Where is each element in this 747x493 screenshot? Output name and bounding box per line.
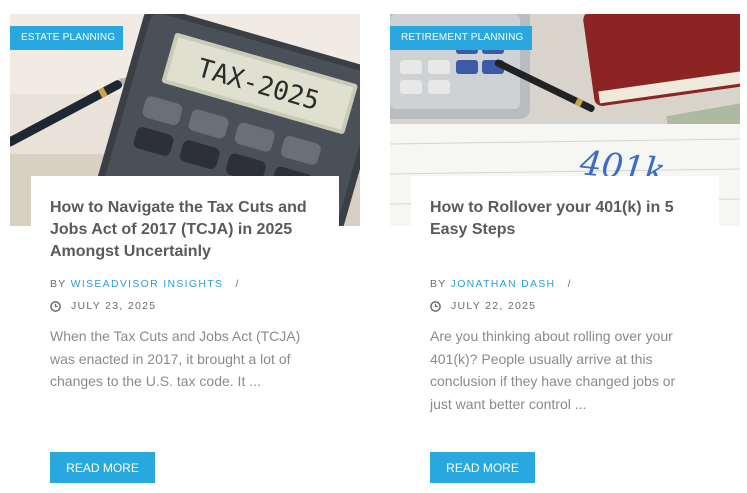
post-date: JULY 22, 2025 — [430, 300, 536, 312]
read-more-button[interactable]: READ MORE — [50, 452, 155, 483]
author-link[interactable]: JONATHAN DASH — [451, 278, 556, 290]
read-more-button[interactable]: READ MORE — [430, 452, 535, 483]
clock-icon — [430, 300, 441, 312]
post-content: How to Navigate the Tax Cuts and Jobs Ac… — [31, 176, 339, 483]
date-text: JULY 23, 2025 — [71, 300, 157, 312]
post-byline: BY JONATHAN DASH / — [430, 278, 572, 290]
post-excerpt: Are you thinking about rolling over your… — [430, 328, 676, 412]
byline-separator: / — [567, 278, 572, 290]
byline-separator: / — [235, 278, 240, 290]
post-excerpt: When the Tax Cuts and Jobs Act (TCJA) wa… — [50, 328, 301, 389]
clock-icon — [50, 300, 61, 312]
date-text: JULY 22, 2025 — [451, 300, 537, 312]
category-tag[interactable]: ESTATE PLANNING — [10, 26, 124, 50]
post-byline: BY WISEADVISOR INSIGHTS / — [50, 278, 240, 290]
author-link[interactable]: WISEADVISOR INSIGHTS — [71, 278, 224, 290]
post-card: 401k RETIREMENT PLANNING How to Rollover… — [390, 14, 740, 484]
by-label: BY — [50, 278, 67, 290]
post-card: TAX-2025 ESTATE PLANNING How to Navigate… — [10, 14, 360, 484]
post-content: How to Rollover your 401(k) in 5 Easy St… — [411, 176, 719, 483]
post-title[interactable]: How to Rollover your 401(k) in 5 Easy St… — [430, 197, 690, 241]
post-date: JULY 23, 2025 — [50, 300, 156, 312]
post-title[interactable]: How to Navigate the Tax Cuts and Jobs Ac… — [50, 197, 310, 263]
by-label: BY — [430, 278, 447, 290]
category-tag[interactable]: RETIREMENT PLANNING — [390, 26, 532, 50]
